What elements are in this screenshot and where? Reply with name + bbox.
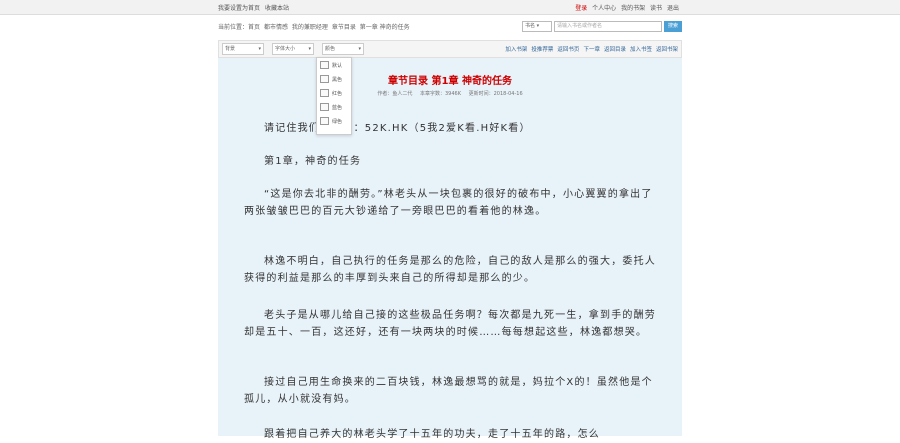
color-option-red[interactable]: 红色 [317,86,351,100]
add-bookmark-link[interactable]: 加入书签 [630,45,652,53]
back-to-shelf-link[interactable]: 返回书架 [656,45,678,53]
toolbar-links: 加入书架 投推荐票 返回书页 下一章 返回目录 加入书签 返回书架 [501,45,681,53]
background-select-label: 背景 [225,46,236,52]
color-swatch-icon [320,75,329,83]
chapter-paragraph: “这是你去北非的酬劳。”林老头从一块包裹的很好的破布中，小心翼翼的拿出了两张皱皱… [244,189,653,217]
chevron-down-icon: ▾ [258,46,261,52]
chapter-content: 章节目录 第1章 神奇的任务 作者：鱼人二代 本章字数：3946K 更新时间：2… [218,58,682,440]
color-swatch-icon [320,103,329,111]
recommend-link[interactable]: 投推荐票 [531,45,553,53]
color-option-label: 默认 [332,62,343,69]
color-option-label: 红色 [332,90,343,97]
color-option-default[interactable]: 默认 [317,58,351,72]
breadcrumb-toc[interactable]: 章节目录 [332,24,356,31]
reader-settings: 背景 ▾ 字体大小 ▾ 颜色 ▾ [219,43,372,55]
color-option-black[interactable]: 黑色 [317,72,351,86]
breadcrumb-home[interactable]: 当前位置：首页 [218,24,260,31]
color-swatch-icon [320,89,329,97]
color-option-label: 黑色 [332,76,343,83]
chevron-down-icon: ▾ [358,46,361,52]
reading-link[interactable]: 读书 [650,5,662,12]
top-bar: 我要设置为首页 收藏本站 登录 个人中心 我的书架 读书 退出 [0,0,900,15]
top-bar-right: 登录 个人中心 我的书架 读书 退出 [575,3,682,12]
color-select-label: 颜色 [325,46,336,52]
chapter-meta: 作者：鱼人二代 本章字数：3946K 更新时间：2018-04-16 [218,90,682,97]
color-dropdown-menu: 默认 黑色 红色 蓝色 绿色 [316,57,352,135]
chevron-down-icon: ▾ [308,46,311,52]
breadcrumb-category[interactable]: 都市情感 [264,24,288,31]
nav-row: 当前位置：首页 都市情感 我的兼职经理 章节目录 第一章 神奇的任务 书名 ▾ … [218,18,682,34]
background-select[interactable]: 背景 ▾ [222,43,264,55]
color-swatch-icon [320,117,329,125]
logout-link[interactable]: 退出 [667,5,679,12]
breadcrumb-chapter: 第一章 神奇的任务 [359,23,410,31]
user-center-link[interactable]: 个人中心 [592,5,616,12]
font-size-select-label: 字体大小 [275,46,296,52]
add-to-shelf-link[interactable]: 加入书架 [505,45,527,53]
color-option-blue[interactable]: 蓝色 [317,100,351,114]
search-input[interactable]: 请输入书名或作者名 [554,20,662,32]
color-swatch-icon [320,61,329,69]
bookmark-site-link[interactable]: 收藏本站 [265,5,289,12]
next-chapter-link[interactable]: 下一章 [583,45,600,53]
search-button[interactable]: 搜索 [664,20,682,32]
chapter-paragraph: 第1章，神奇的任务 [264,156,362,167]
breadcrumb: 当前位置：首页 都市情感 我的兼职经理 章节目录 第一章 神奇的任务 [218,22,412,31]
color-option-label: 绿色 [332,118,343,125]
top-bar-left: 我要设置为首页 收藏本站 [218,3,292,12]
reader-toolbar: 背景 ▾ 字体大小 ▾ 颜色 ▾ 加入书架 投推荐票 返回书页 下一章 返回目录 加入… [218,40,682,58]
login-link[interactable]: 登录 [575,5,587,12]
search-bar: 书名 ▾ 请输入书名或作者名 搜索 [522,20,682,32]
color-select[interactable]: 颜色 ▾ [322,43,364,55]
my-bookshelf-link[interactable]: 我的书架 [621,5,645,12]
chapter-paragraph: 老头子是从哪儿给自己接的这些极品任务啊？每次都是九死一生，拿到手的酬劳却是五十、… [244,310,656,338]
back-to-toc-link[interactable]: 返回目录 [604,45,626,53]
chapter-paragraph: 接过自己用生命换来的二百块钱，林逸最想骂的就是，妈拉个X的！虽然他是个孤儿，从小… [244,377,653,405]
chapter-update-time: 更新时间：2018-04-16 [468,91,523,97]
color-option-green[interactable]: 绿色 [317,114,351,128]
chapter-title: 章节目录 第1章 神奇的任务 [388,76,512,87]
back-to-book-link[interactable]: 返回书页 [557,45,579,53]
chapter-word-count: 本章字数：3946K [419,91,461,97]
color-option-label: 蓝色 [332,104,343,111]
chapter-paragraph: 林逸不明白，自己执行的任务是那么的危险，自己的敌人是那么的强大，委托人获得的利益… [244,256,656,284]
font-size-select[interactable]: 字体大小 ▾ [272,43,314,55]
chapter-author: 作者：鱼人二代 [377,91,413,97]
chapter-paragraph: 请记住我们的网址：52K.HK（5我2爱K看.H好K看） [264,123,531,134]
chapter-paragraph: 跟着把自己养大的林老头学了十五年的功夫，走了十五年的路，怎么 [264,429,600,440]
set-homepage-link[interactable]: 我要设置为首页 [218,5,260,12]
search-type-select[interactable]: 书名 ▾ [522,20,552,32]
breadcrumb-book[interactable]: 我的兼职经理 [292,24,328,31]
